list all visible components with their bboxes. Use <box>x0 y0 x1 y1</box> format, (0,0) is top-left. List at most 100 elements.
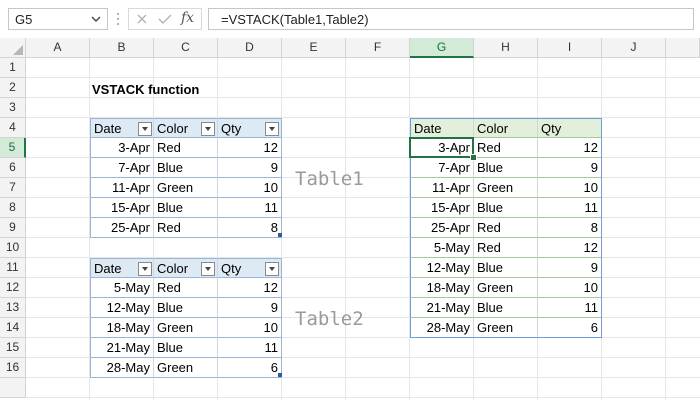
table1-header-qty[interactable]: Qty <box>218 118 282 138</box>
table2-cell[interactable]: Red <box>154 278 218 298</box>
result-cell[interactable]: 9 <box>538 158 602 178</box>
result-cell[interactable]: 6 <box>538 318 602 338</box>
table2-cell[interactable]: Green <box>154 358 218 378</box>
result-cell[interactable]: 5-May <box>410 238 474 258</box>
row-header-9[interactable]: 9 <box>0 218 26 238</box>
row-header-1[interactable]: 1 <box>0 58 26 78</box>
table1-header-color[interactable]: Color <box>154 118 218 138</box>
table1-cell[interactable]: 9 <box>218 158 282 178</box>
select-all-button[interactable] <box>0 38 26 58</box>
result-cell[interactable]: 25-Apr <box>410 218 474 238</box>
table2-cell[interactable]: 21-May <box>90 338 154 358</box>
column-header-d[interactable]: D <box>218 38 282 58</box>
result-cell[interactable]: 12 <box>538 138 602 158</box>
drag-handle-icon[interactable] <box>116 13 120 25</box>
row-header-4[interactable]: 4 <box>0 118 26 138</box>
row-header-13[interactable]: 13 <box>0 298 26 318</box>
column-header-g[interactable]: G <box>410 38 474 58</box>
row-header-partial[interactable] <box>0 378 26 398</box>
table1-cell[interactable]: Green <box>154 178 218 198</box>
table1-cell[interactable]: 15-Apr <box>90 198 154 218</box>
row-header-12[interactable]: 12 <box>0 278 26 298</box>
result-cell[interactable]: 7-Apr <box>410 158 474 178</box>
table1-cell[interactable]: 10 <box>218 178 282 198</box>
table2-cell[interactable]: Blue <box>154 338 218 358</box>
table2-cell[interactable]: 5-May <box>90 278 154 298</box>
table2-resize-handle[interactable] <box>278 373 282 377</box>
table2-cell[interactable]: Green <box>154 318 218 338</box>
result-cell[interactable]: Blue <box>474 258 538 278</box>
result-cell[interactable]: Red <box>474 238 538 258</box>
filter-dropdown-button[interactable] <box>265 262 279 276</box>
worksheet-grid[interactable]: ABCDEFGHIJ 1 2 3 4 5 6 7 8 9 10 11 12 13 14 15 16 VSTAC… <box>0 38 700 400</box>
result-cell[interactable]: Blue <box>474 298 538 318</box>
result-cell[interactable]: 11-Apr <box>410 178 474 198</box>
column-header-a[interactable]: A <box>26 38 90 58</box>
chevron-down-icon[interactable] <box>90 13 102 25</box>
result-cell[interactable]: 15-Apr <box>410 198 474 218</box>
table1-cell[interactable]: 11-Apr <box>90 178 154 198</box>
row-header-5[interactable]: 5 <box>0 138 26 158</box>
table1-cell[interactable]: Red <box>154 138 218 158</box>
table1-header-date[interactable]: Date <box>90 118 154 138</box>
table2-cell[interactable]: 28-May <box>90 358 154 378</box>
filter-dropdown-button[interactable] <box>201 262 215 276</box>
name-box[interactable]: G5 <box>8 8 108 30</box>
table1-resize-handle[interactable] <box>278 233 282 237</box>
result-cell[interactable]: Green <box>474 318 538 338</box>
result-cell[interactable]: 11 <box>538 198 602 218</box>
table1-cell[interactable]: 7-Apr <box>90 158 154 178</box>
table1-cell[interactable]: 8 <box>218 218 282 238</box>
result-cell[interactable]: 8 <box>538 218 602 238</box>
column-header-partial[interactable] <box>666 38 700 58</box>
result-cell[interactable]: Red <box>474 138 538 158</box>
result-cell[interactable]: 9 <box>538 258 602 278</box>
table2-cell[interactable]: Blue <box>154 298 218 318</box>
filter-dropdown-button[interactable] <box>265 122 279 136</box>
result-header-color[interactable]: Color <box>474 118 538 138</box>
column-header-i[interactable]: I <box>538 38 602 58</box>
table1-cell[interactable]: Blue <box>154 158 218 178</box>
filter-dropdown-button[interactable] <box>201 122 215 136</box>
filter-dropdown-button[interactable] <box>138 262 152 276</box>
insert-function-icon[interactable]: fx <box>181 10 194 26</box>
column-header-j[interactable]: J <box>602 38 666 58</box>
table2-cell[interactable]: 11 <box>218 338 282 358</box>
result-cell[interactable]: 21-May <box>410 298 474 318</box>
table2-header-date[interactable]: Date <box>90 258 154 278</box>
column-header-c[interactable]: C <box>154 38 218 58</box>
result-cell[interactable]: 12-May <box>410 258 474 278</box>
result-cell[interactable]: Red <box>474 218 538 238</box>
result-cell[interactable]: 18-May <box>410 278 474 298</box>
table1-cell[interactable]: 25-Apr <box>90 218 154 238</box>
column-header-h[interactable]: H <box>474 38 538 58</box>
table1-cell[interactable]: 12 <box>218 138 282 158</box>
result-cell[interactable]: Green <box>474 278 538 298</box>
result-cell[interactable]: Blue <box>474 158 538 178</box>
table2-header-color[interactable]: Color <box>154 258 218 278</box>
result-cell[interactable]: 11 <box>538 298 602 318</box>
row-header-16[interactable]: 16 <box>0 358 26 378</box>
result-cell[interactable]: 10 <box>538 178 602 198</box>
table1-cell[interactable]: Blue <box>154 198 218 218</box>
table1-cell[interactable]: 11 <box>218 198 282 218</box>
row-header-6[interactable]: 6 <box>0 158 26 178</box>
filter-dropdown-button[interactable] <box>138 122 152 136</box>
column-header-e[interactable]: E <box>282 38 346 58</box>
table2-cell[interactable]: 18-May <box>90 318 154 338</box>
row-header-8[interactable]: 8 <box>0 198 26 218</box>
row-header-10[interactable]: 10 <box>0 238 26 258</box>
row-header-14[interactable]: 14 <box>0 318 26 338</box>
result-cell[interactable]: Blue <box>474 198 538 218</box>
row-header-2[interactable]: 2 <box>0 78 26 98</box>
table2-cell[interactable]: 10 <box>218 318 282 338</box>
table2-cell[interactable]: 12-May <box>90 298 154 318</box>
result-cell[interactable]: 12 <box>538 238 602 258</box>
result-cell[interactable]: 10 <box>538 278 602 298</box>
table1-cell[interactable]: Red <box>154 218 218 238</box>
row-header-3[interactable]: 3 <box>0 98 26 118</box>
result-cell[interactable]: Green <box>474 178 538 198</box>
table2-header-qty[interactable]: Qty <box>218 258 282 278</box>
enter-check-icon[interactable] <box>157 12 173 26</box>
result-header-qty[interactable]: Qty <box>538 118 602 138</box>
